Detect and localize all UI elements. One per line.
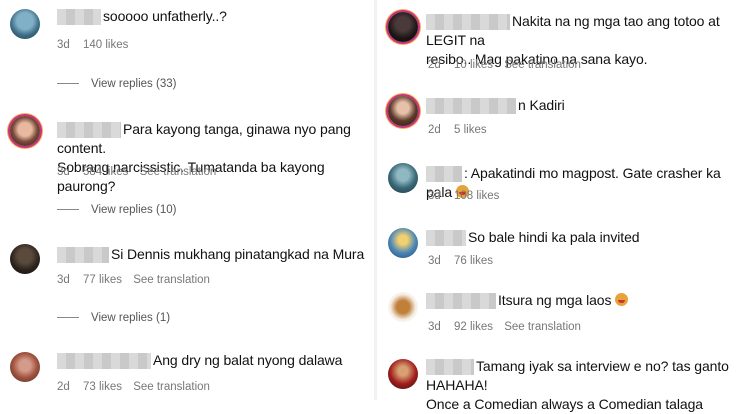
username-redacted[interactable] xyxy=(57,353,151,370)
view-replies-button[interactable]: View replies (10) xyxy=(57,204,176,216)
username-redacted[interactable] xyxy=(426,293,496,310)
comment-text: Tamang iyak sa interview e no? tas ganto… xyxy=(426,358,729,412)
comment-age: 3d xyxy=(428,321,441,333)
see-translation-link[interactable]: See translation xyxy=(133,381,210,393)
username-redacted[interactable] xyxy=(57,247,109,264)
username-redacted[interactable] xyxy=(426,98,516,115)
comment-age: 3d xyxy=(57,39,70,51)
like-count[interactable]: 108 likes xyxy=(454,190,499,202)
laughing-face-emoji xyxy=(615,293,629,306)
column-divider xyxy=(374,0,377,400)
comment-text: Itsura ng mga laos xyxy=(426,291,629,310)
like-count[interactable]: 73 likes xyxy=(83,381,122,393)
see-translation-link[interactable]: See translation xyxy=(504,59,581,71)
replies-line-icon xyxy=(57,209,79,211)
view-replies-button[interactable]: View replies (1) xyxy=(57,312,170,324)
view-replies-button[interactable]: View replies (33) xyxy=(57,78,176,90)
comment-meta: 2d 73 likes See translation xyxy=(57,381,218,393)
user-avatar[interactable] xyxy=(388,96,418,126)
see-translation-link[interactable]: See translation xyxy=(133,274,210,286)
user-avatar[interactable] xyxy=(388,163,418,193)
user-avatar[interactable] xyxy=(10,244,40,274)
user-avatar[interactable] xyxy=(388,292,418,322)
user-avatar[interactable] xyxy=(388,12,418,42)
comment-meta: 3d 584 likes See translation xyxy=(57,166,224,178)
user-avatar[interactable] xyxy=(388,228,418,258)
user-avatar[interactable] xyxy=(10,9,40,39)
comment-text: sooooo unfatherly..? xyxy=(57,7,227,26)
comment-meta: 2d 10 likes See translation xyxy=(428,59,589,71)
comment-meta: 3d 76 likes xyxy=(428,255,501,267)
username-redacted[interactable] xyxy=(57,122,121,139)
comment-meta: 2d 5 likes xyxy=(428,124,495,136)
username-redacted[interactable] xyxy=(426,230,466,247)
username-redacted[interactable] xyxy=(426,359,474,376)
replies-line-icon xyxy=(57,317,79,319)
comment-meta: 3d 140 likes xyxy=(57,39,136,51)
like-count[interactable]: 584 likes xyxy=(83,166,128,178)
comment-age: 2d xyxy=(428,59,441,71)
comment-text: Para kayong tanga, ginawa nyo pang conte… xyxy=(57,121,351,194)
like-count[interactable]: 76 likes xyxy=(454,255,493,267)
user-avatar[interactable] xyxy=(10,352,40,382)
like-count[interactable]: 140 likes xyxy=(83,39,128,51)
like-count[interactable]: 10 likes xyxy=(454,59,493,71)
comment-age: 3d xyxy=(428,255,441,267)
username-redacted[interactable] xyxy=(426,166,462,183)
user-avatar[interactable] xyxy=(388,359,418,389)
comment-meta: 3d 92 likes See translation xyxy=(428,321,589,333)
see-translation-link[interactable]: See translation xyxy=(504,321,581,333)
comment-meta: 3d 77 likes See translation xyxy=(57,274,218,286)
comment-meta: 3d 108 likes xyxy=(428,190,507,202)
username-redacted[interactable] xyxy=(426,14,510,31)
comment-text: Si Dennis mukhang pinatangkad na Mura xyxy=(57,245,364,264)
comment-age: 3d xyxy=(57,274,70,286)
comment-age: 3d xyxy=(428,190,441,202)
comment-age: 2d xyxy=(57,381,70,393)
comment-text: Ang dry ng balat nyong dalawa xyxy=(57,351,342,370)
comment-age: 2d xyxy=(428,124,441,136)
like-count[interactable]: 77 likes xyxy=(83,274,122,286)
like-count[interactable]: 92 likes xyxy=(454,321,493,333)
comment-text: n Kadiri xyxy=(426,96,565,115)
comment-text: So bale hindi ka pala invited xyxy=(426,228,640,247)
see-translation-link[interactable]: See translation xyxy=(140,166,217,178)
like-count[interactable]: 5 likes xyxy=(454,124,487,136)
comment-age: 3d xyxy=(57,166,70,178)
username-redacted[interactable] xyxy=(57,9,101,26)
replies-line-icon xyxy=(57,83,79,85)
user-avatar[interactable] xyxy=(10,116,40,146)
